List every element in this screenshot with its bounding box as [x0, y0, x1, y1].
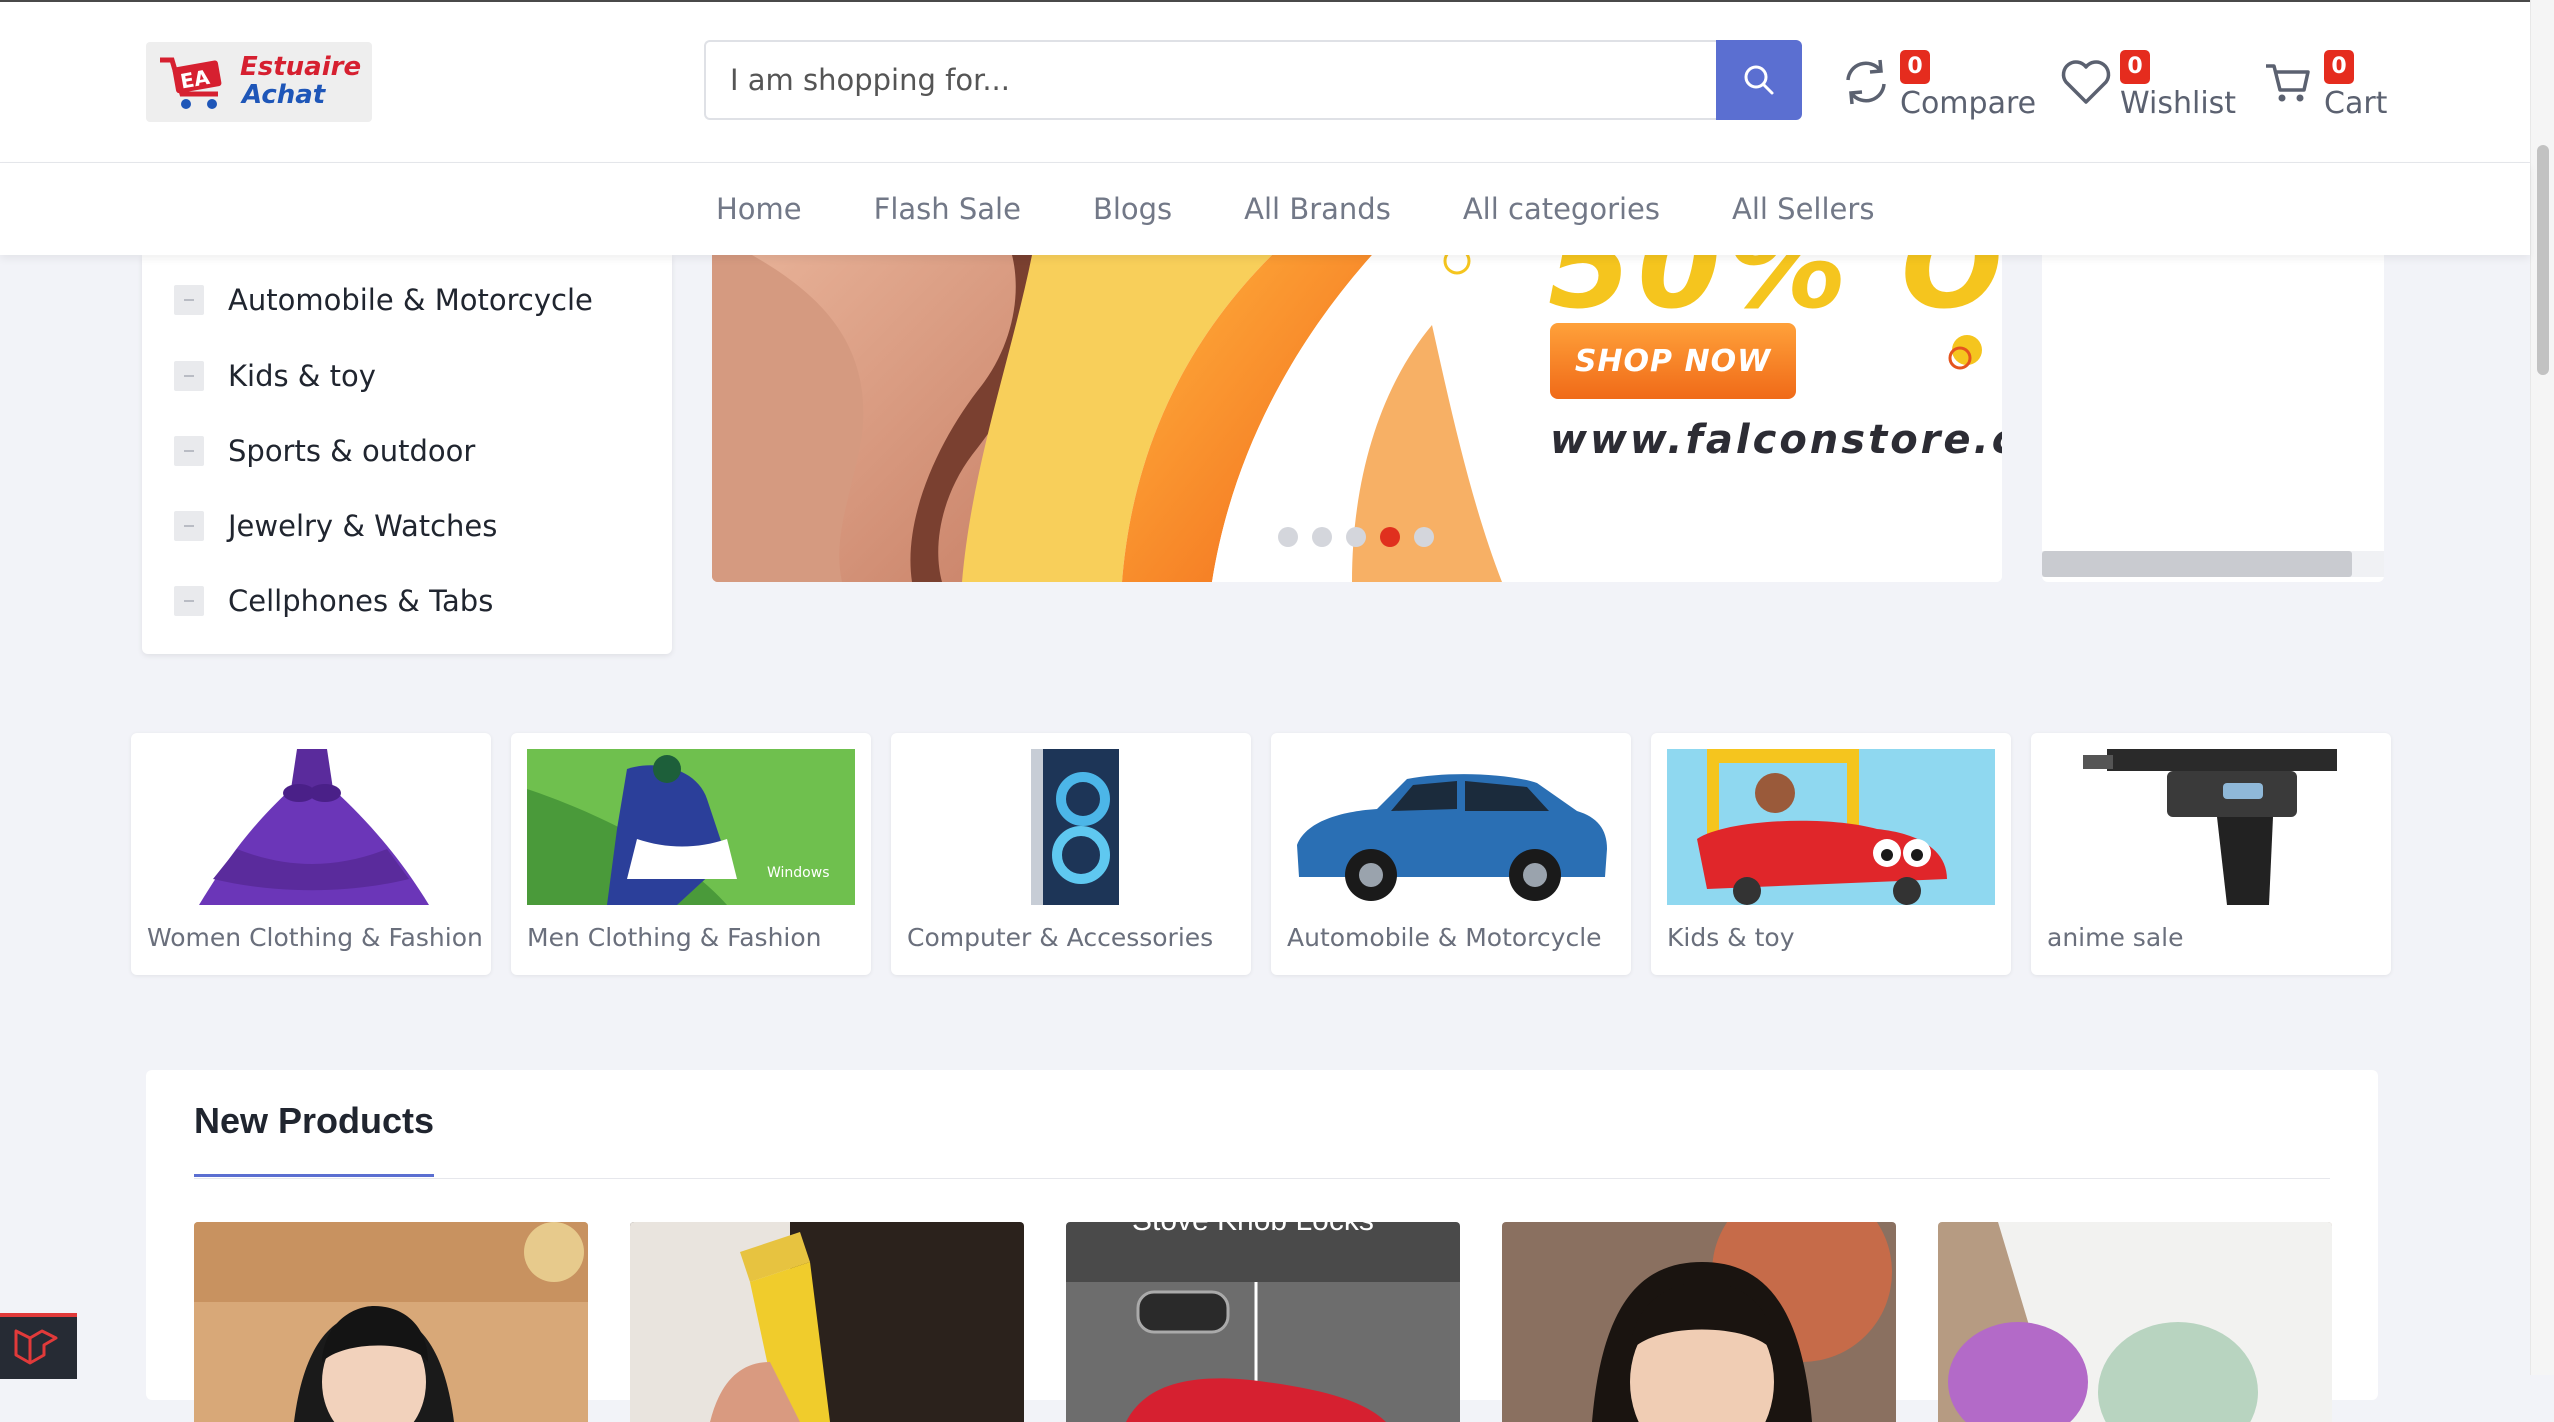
sidebar-category-label: Kids & toy: [228, 359, 376, 393]
section-title-underline: [194, 1174, 434, 1177]
search-button[interactable]: [1716, 40, 1802, 120]
side-promo-panel: [2042, 255, 2384, 582]
sidebar-category-label: Cellphones & Tabs: [228, 584, 494, 618]
category-card-kids-toy[interactable]: Kids & toy: [1651, 733, 2011, 975]
hero-banner-slide[interactable]: 50% OF SHOP NOW www.falconstore.com: [712, 255, 2002, 582]
nav-home[interactable]: Home: [716, 192, 802, 226]
category-card-label: Women Clothing & Fashion: [147, 923, 483, 952]
sidebar-category-sports[interactable]: Sports & outdoor: [174, 426, 475, 476]
category-card-computer[interactable]: Computer & Accessories: [891, 733, 1251, 975]
main-nav: Home Flash Sale Blogs All Brands All cat…: [0, 163, 2530, 255]
product-card-4[interactable]: [1502, 1222, 1896, 1422]
category-card-image: [1667, 749, 1995, 905]
svg-text:Windows: Windows: [767, 865, 830, 881]
search-input[interactable]: [704, 40, 1716, 120]
category-card-label: Kids & toy: [1667, 923, 1795, 952]
shop-now-button[interactable]: SHOP NOW: [1550, 323, 1796, 399]
wishlist-count-badge: 0: [2120, 50, 2150, 84]
category-thumb-icon: [174, 361, 204, 391]
product-image: Stove Knob Locks: [1066, 1222, 1460, 1422]
sidebar-category-cellphones[interactable]: Cellphones & Tabs: [174, 576, 493, 626]
compare-count-badge: 0: [1900, 50, 1930, 84]
slider-dot-3[interactable]: [1346, 527, 1366, 547]
cart-icon: [2266, 64, 2310, 102]
nav-flash-sale[interactable]: Flash Sale: [874, 192, 1021, 226]
product-card-2[interactable]: [630, 1222, 1024, 1422]
compare-label: Compare: [1900, 86, 2037, 121]
heart-icon: [2061, 60, 2111, 104]
slider-dot-2[interactable]: [1312, 527, 1332, 547]
category-card-men[interactable]: Windows Men Clothing & Fashion: [511, 733, 871, 975]
wishlist-button[interactable]: 0 Wishlist: [2060, 42, 2236, 126]
cart-count-badge: 0: [2324, 50, 2354, 84]
svg-text:EA: EA: [179, 65, 212, 94]
category-thumb-icon: [174, 511, 204, 541]
featured-categories: Women Clothing & Fashion Windows Men Clo…: [131, 733, 2391, 975]
site-logo[interactable]: EA Estuaire Achat: [146, 42, 372, 122]
cart-label: Cart: [2324, 86, 2388, 121]
category-card-image: [2047, 749, 2375, 905]
nav-all-categories[interactable]: All categories: [1463, 192, 1660, 226]
slider-dots: [1278, 527, 1434, 547]
slider-dot-4-active[interactable]: [1380, 527, 1400, 547]
side-panel-scroll-thumb[interactable]: [2042, 551, 2352, 577]
search-icon: [1744, 65, 1774, 95]
product-image: [1502, 1222, 1896, 1422]
category-sidebar: Automobile & Motorcycle Kids & toy Sport…: [142, 255, 672, 654]
sidebar-category-label: Jewelry & Watches: [228, 509, 498, 543]
category-thumb-icon: [174, 436, 204, 466]
debugbar-toggle[interactable]: [0, 1313, 77, 1379]
search-bar: [704, 40, 1802, 124]
compare-button[interactable]: 0 Compare: [1840, 42, 2036, 126]
section-divider: [194, 1178, 2330, 1179]
product-card-5[interactable]: [1938, 1222, 2332, 1422]
nav-all-brands[interactable]: All Brands: [1244, 192, 1391, 226]
sidebar-category-kids-toy[interactable]: Kids & toy: [174, 351, 376, 401]
category-card-label: anime sale: [2047, 923, 2184, 952]
nav-blogs[interactable]: Blogs: [1093, 192, 1172, 226]
site-header: EA Estuaire Achat 0 Compare 0: [0, 2, 2530, 163]
product-image: [194, 1222, 588, 1422]
product-caption: Stove Knob Locks: [1132, 1222, 1374, 1237]
logo-cart-icon: EA: [160, 57, 222, 109]
slider-dot-1[interactable]: [1278, 527, 1298, 547]
section-title: New Products: [194, 1100, 435, 1141]
category-card-women[interactable]: Women Clothing & Fashion: [131, 733, 491, 975]
laravel-icon: [14, 1329, 58, 1365]
product-image: [1938, 1222, 2332, 1422]
slider-dot-5[interactable]: [1414, 527, 1434, 547]
page-scrollbar[interactable]: [2530, 0, 2554, 1375]
refresh-icon: [1846, 59, 1886, 105]
category-card-image: [147, 749, 475, 905]
logo-text-line2: Achat: [242, 80, 326, 110]
sidebar-category-label: Automobile & Motorcycle: [228, 283, 593, 317]
product-image: [630, 1222, 1024, 1422]
category-card-image: Windows: [527, 749, 855, 905]
category-thumb-icon: [174, 285, 204, 315]
sidebar-category-automobile[interactable]: Automobile & Motorcycle: [174, 275, 593, 325]
sidebar-category-jewelry[interactable]: Jewelry & Watches: [174, 501, 497, 551]
category-card-image: [907, 749, 1235, 905]
banner-url-text: www.falconstore.com: [1550, 417, 2002, 463]
category-card-anime-sale[interactable]: anime sale: [2031, 733, 2391, 975]
wishlist-label: Wishlist: [2120, 86, 2237, 121]
category-card-automobile[interactable]: Automobile & Motorcycle: [1271, 733, 1631, 975]
product-card-1[interactable]: [194, 1222, 588, 1422]
side-panel-scrollbar[interactable]: [2042, 551, 2384, 577]
category-card-image: [1287, 749, 1615, 905]
product-card-3[interactable]: Stove Knob Locks: [1066, 1222, 1460, 1422]
category-thumb-icon: [174, 586, 204, 616]
category-card-label: Automobile & Motorcycle: [1287, 923, 1602, 952]
category-card-label: Men Clothing & Fashion: [527, 923, 822, 952]
new-products-section: New Products Stove Knob Locks: [146, 1070, 2378, 1422]
nav-all-sellers[interactable]: All Sellers: [1732, 192, 1874, 226]
cart-button[interactable]: 0 Cart: [2262, 42, 2392, 126]
logo-text-line1: Estuaire: [240, 52, 362, 82]
category-card-label: Computer & Accessories: [907, 923, 1214, 952]
sidebar-category-label: Sports & outdoor: [228, 434, 476, 468]
page-scroll-thumb[interactable]: [2537, 145, 2549, 375]
